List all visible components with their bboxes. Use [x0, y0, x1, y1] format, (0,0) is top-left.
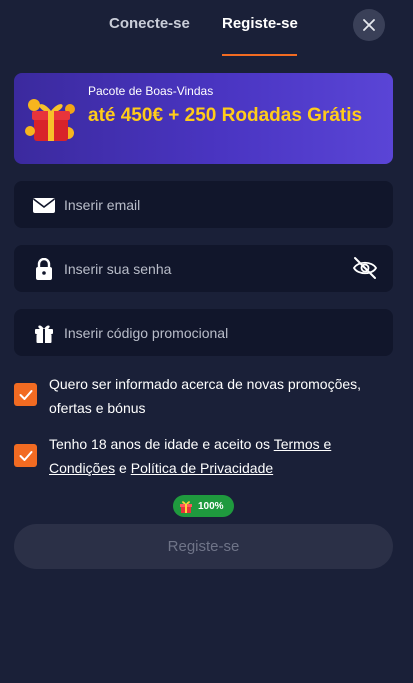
- promo-code-field[interactable]: [14, 309, 393, 356]
- close-button[interactable]: [353, 9, 385, 41]
- banner-kicker: Pacote de Boas-Vindas: [88, 84, 214, 98]
- gift-icon: [35, 325, 53, 343]
- age-statement: Tenho 18 anos de idade e aceito os: [49, 436, 274, 452]
- password-input[interactable]: [64, 245, 344, 292]
- progress-badge: 100%: [173, 495, 234, 517]
- welcome-bonus-banner[interactable]: Pacote de Boas-Vindas até 450€ + 250 Rod…: [14, 73, 393, 164]
- promo-code-input[interactable]: [64, 309, 344, 356]
- tab-register[interactable]: Registe-se: [222, 15, 298, 32]
- email-field[interactable]: [14, 181, 393, 228]
- envelope-icon: [33, 198, 55, 213]
- email-input[interactable]: [64, 181, 344, 228]
- eye-slash-icon[interactable]: [352, 256, 378, 280]
- checkmark-icon: [19, 389, 32, 400]
- marketing-consent-text: Quero ser informado acerca de novas prom…: [49, 376, 362, 416]
- progress-percent: 100%: [198, 500, 224, 512]
- checkmark-icon: [19, 450, 32, 461]
- close-icon: [363, 19, 375, 31]
- terms-consent-text: Tenho 18 anos de idade e aceito os Termo…: [49, 432, 379, 480]
- register-submit-button[interactable]: Registe-se: [14, 524, 393, 569]
- gift-banner-icon: [25, 99, 75, 141]
- active-tab-indicator: [222, 54, 297, 56]
- privacy-link[interactable]: Política de Privacidade: [131, 460, 273, 476]
- banner-headline: até 450€ + 250 Rodadas Grátis: [88, 105, 363, 126]
- auth-tabs: Conecte-se Registe-se: [0, 0, 413, 56]
- marketing-checkbox[interactable]: [14, 383, 37, 406]
- gift-icon: [180, 501, 192, 513]
- password-field[interactable]: [14, 245, 393, 292]
- tab-login[interactable]: Conecte-se: [109, 15, 190, 32]
- lock-icon: [36, 258, 52, 280]
- and-word: e: [115, 460, 131, 476]
- terms-checkbox[interactable]: [14, 444, 37, 467]
